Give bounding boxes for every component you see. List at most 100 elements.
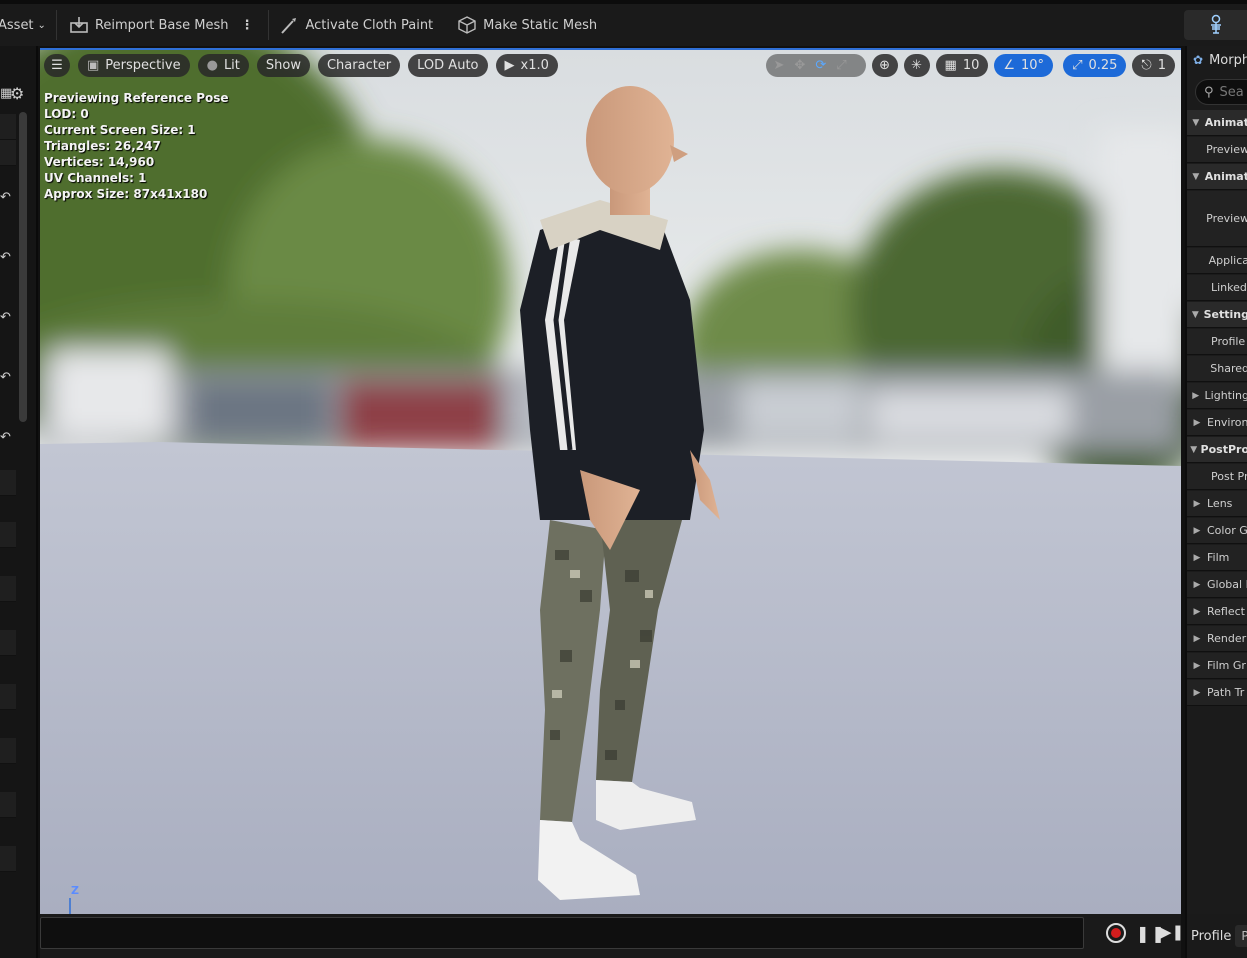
collapse-arrow-icon: ▶ <box>1193 579 1201 590</box>
settings-row-label: Path Tr <box>1207 686 1245 699</box>
make-static-mesh-button[interactable]: Make Static Mesh <box>457 4 597 46</box>
viewport-toolbar-right: ➤ ✥ ⟳ ⤢ ⊕ ✳ ▦ 10 ∠ 10° ⤢ 0.25 ⎋ 1 <box>765 54 1175 77</box>
record-button[interactable] <box>1106 923 1126 943</box>
settings-row[interactable]: ▼ Setting <box>1187 302 1247 328</box>
reset-arrow-icon[interactable]: ↶ <box>0 310 14 325</box>
settings-row[interactable]: ▼ Animat <box>1187 110 1247 136</box>
search-input[interactable]: ⚲ Sea <box>1195 79 1247 105</box>
left-details-panel: ▦ ⚙ ↶ ↶ ↶ ↶ ↶ <box>0 46 38 958</box>
settings-row-label: Applica <box>1208 254 1247 267</box>
character-button[interactable]: Character <box>317 54 401 77</box>
settings-row[interactable]: Applica <box>1187 248 1247 274</box>
settings-row[interactable]: Linked <box>1187 275 1247 301</box>
console-input[interactable] <box>40 917 1084 949</box>
axis-z-label: Z <box>71 884 79 897</box>
transform-mode-group[interactable]: ➤ ✥ ⟳ ⤢ <box>765 54 866 77</box>
scale-snap-button[interactable]: ⤢ 0.25 <box>1063 54 1127 77</box>
grid-snap-button[interactable]: ▦ 10 <box>935 54 989 77</box>
bottom-transport-bar: ❚❚ ▶❚ <box>40 914 1184 958</box>
settings-row[interactable]: ▶ Film <box>1187 545 1247 571</box>
info-uv-channels: UV Channels: 1 <box>44 171 147 185</box>
perspective-button[interactable]: ▣ Perspective <box>78 54 190 77</box>
panel-tab-morph[interactable]: ✿ Morph <box>1187 46 1247 74</box>
settings-gear-icon[interactable]: ⚙ <box>10 84 24 103</box>
reset-arrow-icon[interactable]: ↶ <box>0 250 14 265</box>
panel-footer: Profile Pr <box>1187 914 1247 958</box>
collapse-arrow-icon: ▶ <box>1193 498 1201 509</box>
settings-row[interactable]: Preview <box>1187 191 1247 247</box>
settings-row[interactable]: ▶ Film Gr <box>1187 653 1247 679</box>
collapse-arrow-icon: ▶ <box>1193 633 1201 644</box>
settings-row[interactable]: ▶ Reflect <box>1187 599 1247 625</box>
more-options-icon[interactable]: ⋮ <box>240 4 253 46</box>
settings-row[interactable]: ▶ Render <box>1187 626 1247 652</box>
profile-dropdown[interactable]: Pr <box>1235 925 1247 947</box>
activate-cloth-paint-button[interactable]: Activate Cloth Paint <box>279 4 433 46</box>
settings-row[interactable]: Shared <box>1187 356 1247 382</box>
settings-row[interactable]: ▶ Lens <box>1187 491 1247 517</box>
camera-speed-value: 1 <box>1157 58 1166 73</box>
left-row <box>0 630 16 656</box>
settings-row-label: Linked <box>1211 281 1247 294</box>
left-row <box>0 792 16 818</box>
step-forward-icon[interactable]: ▶❚ <box>1160 923 1184 941</box>
rotate-icon: ⟳ <box>815 58 827 73</box>
settings-row[interactable]: ▶ Environ <box>1187 410 1247 436</box>
settings-row[interactable]: Post Pr <box>1187 464 1247 490</box>
expand-arrow-icon: ▼ <box>1191 309 1199 320</box>
reset-arrow-icon[interactable]: ↶ <box>0 430 14 445</box>
camera-speed-button[interactable]: ⎋ 1 <box>1132 54 1175 77</box>
rotation-snap-button[interactable]: ∠ 10° <box>994 54 1054 77</box>
chevron-down-icon: ⌄ <box>37 19 46 31</box>
left-row <box>0 522 16 548</box>
move-icon: ✥ <box>794 58 806 73</box>
viewport-menu-button[interactable]: ☰ <box>44 54 70 77</box>
settings-row-label: Preview <box>1206 143 1247 156</box>
camera-icon: ⎋ <box>1141 58 1152 73</box>
lit-button[interactable]: ● Lit <box>197 54 249 77</box>
settings-row-label: Global I <box>1207 578 1247 591</box>
left-scrollbar[interactable] <box>19 112 27 422</box>
settings-row[interactable]: ▶ Global I <box>1187 572 1247 598</box>
morph-target-icon: ✿ <box>1193 53 1204 67</box>
settings-row[interactable]: Profile <box>1187 329 1247 355</box>
show-button[interactable]: Show <box>256 54 310 77</box>
collapse-arrow-icon: ▶ <box>1193 417 1201 428</box>
skeleton-editor-button[interactable] <box>1184 10 1247 40</box>
settings-row-label: Animat <box>1204 170 1247 183</box>
settings-row[interactable]: ▶ Color G <box>1187 518 1247 544</box>
settings-row[interactable]: Preview <box>1187 137 1247 163</box>
scale-icon: ⤢ <box>836 58 847 73</box>
left-row <box>0 140 16 166</box>
search-placeholder: Sea <box>1219 84 1244 100</box>
collapse-arrow-icon: ▶ <box>1193 552 1201 563</box>
hamburger-menu-icon: ☰ <box>51 58 63 73</box>
static-mesh-icon <box>458 16 476 34</box>
search-icon: ⚲ <box>1204 84 1214 100</box>
left-row <box>0 576 16 602</box>
select-icon: ➤ <box>773 58 785 73</box>
expand-arrow-icon: ▼ <box>1192 117 1200 128</box>
settings-row-label: Lens <box>1207 497 1233 510</box>
settings-row[interactable]: ▶ Path Tr <box>1187 680 1247 706</box>
reimport-base-mesh-button[interactable]: Reimport Base Mesh <box>69 4 228 46</box>
right-preview-settings-panel: ✿ Morph ⚲ Sea ▼ Animat Preview ▼ Animat Previ… <box>1185 46 1247 958</box>
surface-snap-button[interactable]: ✳ <box>903 54 930 77</box>
local-world-button[interactable]: ⊕ <box>871 54 898 77</box>
cube-icon: ▣ <box>87 58 100 73</box>
reset-arrow-icon[interactable]: ↶ <box>0 370 14 385</box>
settings-row[interactable]: ▼ Animat <box>1187 164 1247 190</box>
activate-cloth-paint-label: Activate Cloth Paint <box>305 17 434 33</box>
settings-row[interactable]: ▶ Lighting <box>1187 383 1247 409</box>
settings-row-label: Film <box>1207 551 1230 564</box>
left-row <box>0 846 16 872</box>
playback-speed-button[interactable]: ▶ x1.0 <box>495 54 558 77</box>
character-label: Character <box>326 58 392 73</box>
asset-menu[interactable]: Asset ⌄ <box>0 4 46 46</box>
settings-row[interactable]: ▼ PostPro <box>1187 437 1247 463</box>
collapse-arrow-icon: ▶ <box>1193 687 1201 698</box>
reset-arrow-icon[interactable]: ↶ <box>0 190 14 205</box>
lod-button[interactable]: LOD Auto <box>408 54 488 77</box>
reimport-icon <box>70 17 88 33</box>
preview-viewport[interactable]: ☰ ▣ Perspective ● Lit Show Character LOD… <box>40 48 1181 914</box>
